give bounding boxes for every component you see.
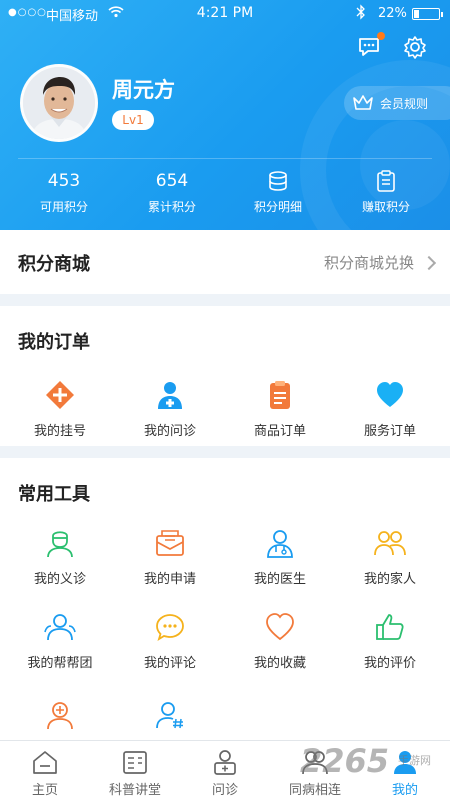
favorite-heart-icon bbox=[266, 613, 294, 641]
home-icon bbox=[33, 751, 57, 774]
available-points-value: 453 bbox=[47, 171, 81, 191]
tab-profile-label: 我的 bbox=[391, 783, 418, 798]
member-rules-label: 会员规则 bbox=[380, 97, 429, 111]
my-favorites-button[interactable]: 我的收藏 bbox=[224, 610, 336, 674]
bluetooth-icon bbox=[356, 4, 365, 20]
thumbs-up-icon bbox=[376, 614, 404, 640]
tools-title: 常用工具 bbox=[18, 484, 90, 505]
tab-lectures-label: 科普讲堂 bbox=[108, 783, 161, 798]
database-icon bbox=[269, 171, 287, 191]
header-divider bbox=[18, 158, 432, 159]
tools-section: 常用工具 我的义诊 我的申请 我的医生 我的家人 我的帮帮团 我的评论 我的收藏… bbox=[0, 458, 450, 740]
person-plus-icon bbox=[47, 702, 73, 730]
member-rules-button[interactable]: 会员规则 bbox=[344, 86, 450, 120]
service-orders-label: 服务订单 bbox=[363, 424, 416, 439]
my-family-label: 我的家人 bbox=[363, 572, 416, 587]
avatar-image bbox=[23, 67, 95, 139]
points-mall-row[interactable]: 积分商城 积分商城兑换 bbox=[0, 230, 450, 294]
doctor-icon bbox=[158, 382, 182, 409]
battery-icon bbox=[412, 8, 443, 20]
my-free-clinic-label: 我的义诊 bbox=[33, 572, 86, 587]
battery-percent: 22% bbox=[378, 6, 407, 21]
doctor-outline-icon bbox=[267, 530, 293, 558]
crown-icon bbox=[353, 95, 373, 110]
orders-section: 我的订单 我的挂号 我的问诊 商品订单 服务订单 bbox=[0, 306, 450, 446]
my-comments-button[interactable]: 我的评论 bbox=[114, 610, 226, 674]
orders-title: 我的订单 bbox=[18, 332, 90, 353]
battery-fill bbox=[414, 10, 419, 18]
order-icon bbox=[270, 381, 290, 409]
person-hash-icon bbox=[156, 702, 183, 729]
available-points[interactable]: 453 可用积分 bbox=[8, 168, 120, 215]
settings-button[interactable] bbox=[402, 34, 428, 60]
my-consultation-label: 我的问诊 bbox=[143, 424, 196, 439]
plus-circle-icon bbox=[46, 381, 74, 409]
gear-icon bbox=[404, 36, 426, 59]
clipboard-icon bbox=[377, 170, 395, 192]
heart-icon bbox=[377, 382, 403, 407]
my-help-group-button[interactable]: 我的帮帮团 bbox=[4, 610, 116, 674]
avatar[interactable] bbox=[20, 64, 98, 142]
total-points-label: 累计积分 bbox=[147, 200, 196, 214]
service-orders-button[interactable]: 服务订单 bbox=[334, 378, 446, 442]
earn-points-label: 赚取积分 bbox=[361, 200, 410, 214]
product-orders-button[interactable]: 商品订单 bbox=[224, 378, 336, 442]
my-applications-label: 我的申请 bbox=[143, 572, 196, 587]
my-registration-label: 我的挂号 bbox=[33, 424, 86, 439]
my-applications-button[interactable]: 我的申请 bbox=[114, 526, 226, 590]
my-comments-label: 我的评论 bbox=[143, 656, 196, 671]
tab-community-label: 同病相连 bbox=[288, 783, 341, 798]
points-mall-link-label: 积分商城兑换 bbox=[323, 254, 414, 272]
my-consultation-button[interactable]: 我的问诊 bbox=[114, 378, 226, 442]
my-help-group-label: 我的帮帮团 bbox=[27, 656, 93, 671]
my-reviews-label: 我的评价 bbox=[363, 656, 416, 671]
tab-lectures[interactable]: 科普讲堂 bbox=[90, 741, 180, 800]
total-points-value: 654 bbox=[155, 171, 189, 191]
site-watermark-sub: 手游网 bbox=[398, 754, 431, 767]
status-bar: ●○○○ 中国移动 4:21 PM 22% bbox=[0, 0, 450, 28]
tab-consult[interactable]: 问诊 bbox=[180, 741, 270, 800]
tab-home-label: 主页 bbox=[31, 783, 58, 798]
my-family-button[interactable]: 我的家人 bbox=[334, 526, 446, 590]
my-registration-button[interactable]: 我的挂号 bbox=[4, 378, 116, 442]
my-favorites-label: 我的收藏 bbox=[253, 656, 306, 671]
points-mall-title: 积分商城 bbox=[18, 254, 90, 275]
nurse-icon bbox=[47, 531, 73, 558]
my-doctors-button[interactable]: 我的医生 bbox=[224, 526, 336, 590]
comment-icon bbox=[156, 614, 184, 641]
product-orders-label: 商品订单 bbox=[253, 424, 306, 439]
group-icon bbox=[44, 614, 76, 641]
earn-points[interactable]: 赚取积分 bbox=[330, 168, 442, 215]
user-name: 周元方 bbox=[112, 78, 175, 102]
tab-consult-label: 问诊 bbox=[211, 783, 238, 798]
points-detail[interactable]: 积分明细 bbox=[222, 168, 334, 215]
family-icon bbox=[374, 531, 406, 556]
my-doctors-label: 我的医生 bbox=[253, 572, 306, 587]
chevron-right-icon bbox=[421, 255, 437, 270]
notification-dot bbox=[377, 32, 385, 40]
points-mall-link[interactable]: 积分商城兑换 bbox=[323, 252, 437, 273]
profile-header: ●○○○ 中国移动 4:21 PM 22% 周元方 Lv1 会员规则 453 可… bbox=[0, 0, 450, 230]
mail-icon bbox=[156, 530, 184, 556]
total-points[interactable]: 654 累计积分 bbox=[116, 168, 228, 215]
my-reviews-button[interactable]: 我的评价 bbox=[334, 610, 446, 674]
tab-home[interactable]: 主页 bbox=[0, 741, 90, 800]
consult-icon bbox=[214, 750, 236, 775]
site-watermark: 2265 bbox=[300, 742, 390, 780]
lecture-icon bbox=[123, 751, 147, 774]
points-detail-label: 积分明细 bbox=[253, 200, 302, 214]
level-badge: Lv1 bbox=[112, 110, 154, 130]
available-points-label: 可用积分 bbox=[39, 200, 88, 214]
message-button[interactable] bbox=[357, 32, 385, 60]
my-free-clinic-button[interactable]: 我的义诊 bbox=[4, 526, 116, 590]
